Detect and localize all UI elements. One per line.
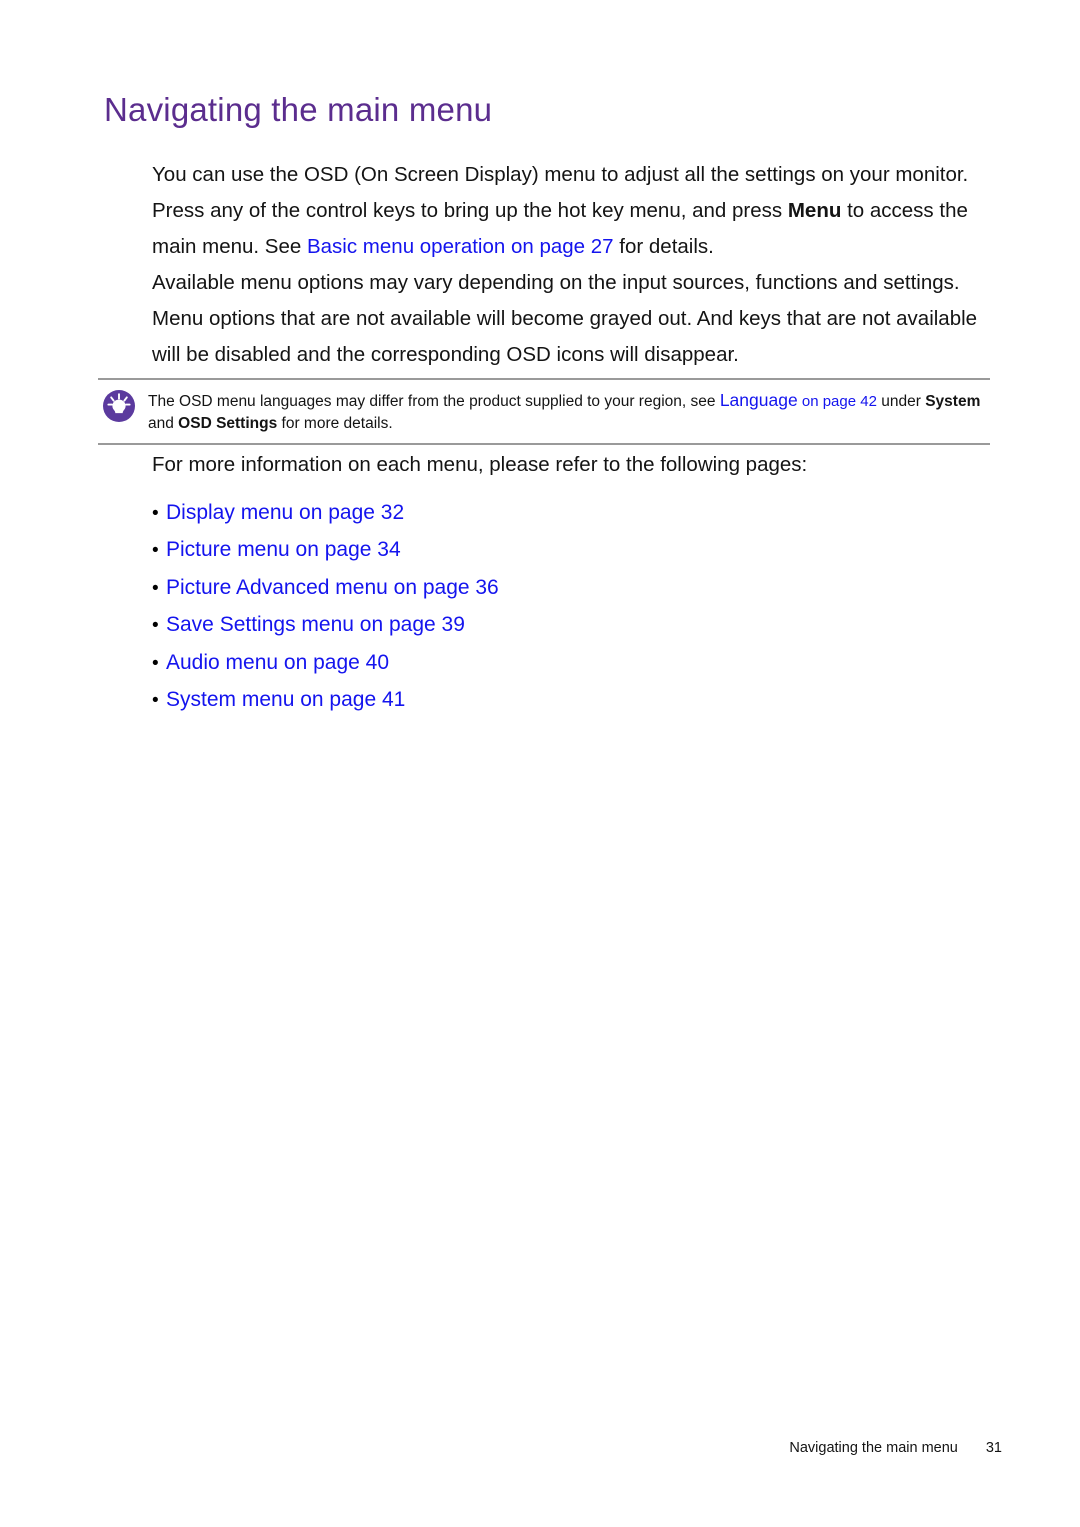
note-bold-osd-settings: OSD Settings xyxy=(178,415,278,432)
note-box: The OSD menu languages may differ from t… xyxy=(98,378,990,445)
bullet-marker: • xyxy=(152,615,159,637)
paragraph-intro: You can use the OSD (On Screen Display) … xyxy=(152,157,990,265)
intro-bold-menu: Menu xyxy=(787,199,842,222)
note-part1: The OSD menu languages may differ from t… xyxy=(148,393,720,410)
page-footer: Navigating the main menu 31 xyxy=(0,1440,1080,1456)
link-audio-menu[interactable]: Audio menu on page 40 xyxy=(166,651,389,674)
paragraph-more-info: For more information on each menu, pleas… xyxy=(152,453,808,476)
list-item[interactable]: • Save Settings menu on page 39 xyxy=(152,607,852,644)
link-language[interactable]: Language xyxy=(720,390,798,410)
link-picture-menu[interactable]: Picture menu on page 34 xyxy=(166,538,401,561)
paragraph-available-options: Available menu options may vary dependin… xyxy=(152,271,978,366)
lightbulb-icon xyxy=(102,389,136,423)
link-language-page[interactable]: on page 42 xyxy=(798,393,877,410)
intro-text-part3: for details. xyxy=(613,235,714,258)
link-basic-menu-operation[interactable]: Basic menu operation on page 27 xyxy=(307,235,614,258)
link-system-menu[interactable]: System menu on page 41 xyxy=(166,688,405,711)
footer-page-number: 31 xyxy=(985,1440,1002,1456)
link-save-settings-menu[interactable]: Save Settings menu on page 39 xyxy=(166,613,465,636)
list-item[interactable]: • System menu on page 41 xyxy=(152,682,852,719)
bullet-marker: • xyxy=(152,652,159,674)
note-part4: for more details. xyxy=(277,415,393,432)
footer-chapter: Navigating the main menu xyxy=(789,1440,958,1456)
note-part3: and xyxy=(148,415,179,432)
menu-links-list: • Display menu on page 32 • Picture menu o… xyxy=(152,495,852,719)
link-picture-advanced-menu[interactable]: Picture Advanced menu on page 36 xyxy=(166,576,499,599)
page-title: Navigating the main menu xyxy=(104,91,493,128)
list-item[interactable]: • Display menu on page 32 xyxy=(152,495,852,532)
bullet-marker: • xyxy=(152,503,159,524)
link-display-menu[interactable]: Display menu on page 32 xyxy=(166,501,404,524)
note-bold-system: System xyxy=(925,393,981,410)
list-item[interactable]: • Picture menu on page 34 xyxy=(152,532,852,569)
bullet-marker: • xyxy=(152,690,159,712)
document-page: Navigating the main menu You can use the… xyxy=(0,0,1080,1527)
bullet-marker: • xyxy=(152,577,159,599)
list-item[interactable]: • Audio menu on page 40 xyxy=(152,645,852,682)
note-part2: under xyxy=(876,393,926,410)
bullet-marker: • xyxy=(152,540,159,562)
list-item[interactable]: • Picture Advanced menu on page 36 xyxy=(152,570,852,607)
note-text: The OSD menu languages may differ from t… xyxy=(148,387,990,435)
